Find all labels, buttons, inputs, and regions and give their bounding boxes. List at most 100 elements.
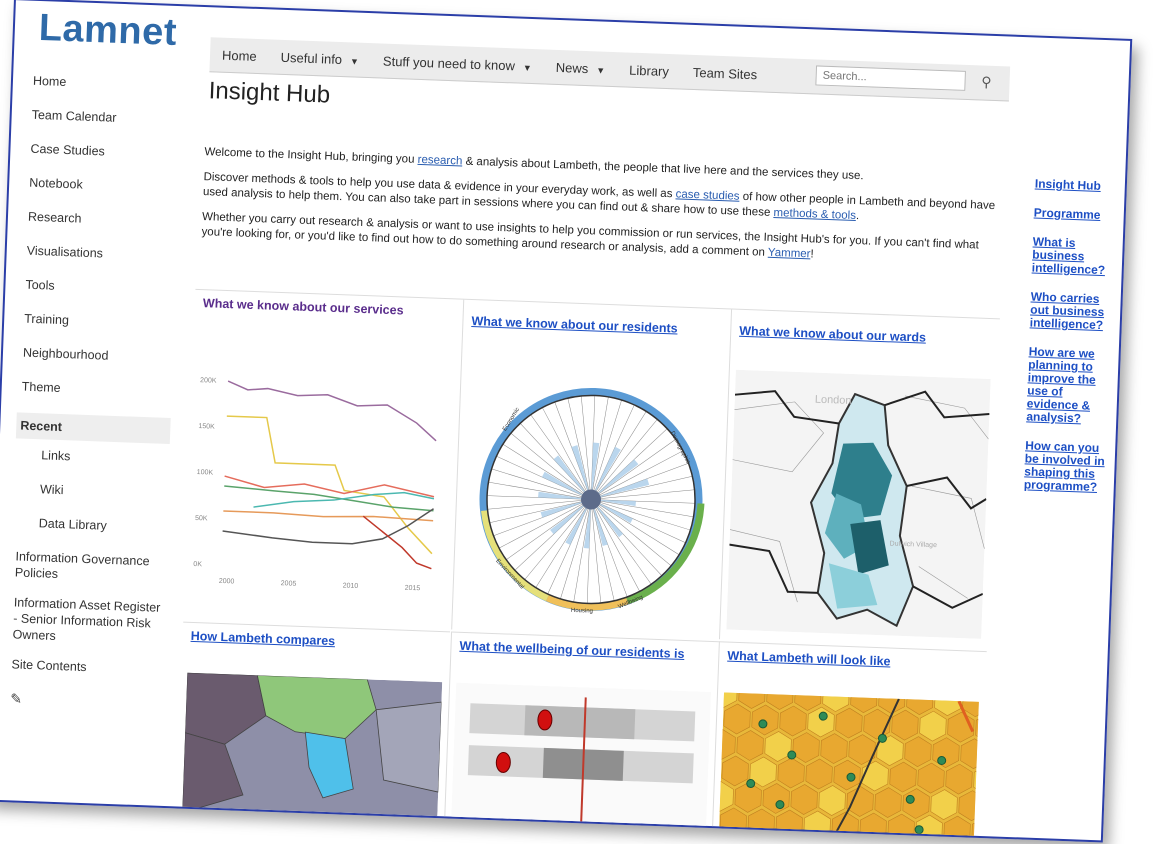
series-line: [224, 475, 435, 498]
intro-p3-text-end: !: [810, 248, 814, 261]
intranet-page: Lamnet Home Useful info ▼ Stuff you need …: [0, 0, 1133, 843]
sidebar-item-notebook[interactable]: Notebook: [28, 175, 179, 214]
chevron-down-icon: ▼: [349, 55, 360, 67]
value-marker: [537, 709, 553, 731]
nav-home[interactable]: Home: [210, 47, 269, 64]
intro-p1-text: Welcome to the Insight Hub, bringing you: [204, 146, 418, 166]
nav-useful-info-label: Useful info: [280, 49, 343, 67]
nav-library-label: Library: [628, 62, 670, 79]
sidebar-section-recent: Recent: [15, 412, 171, 445]
tile-residents-title[interactable]: What we know about our residents: [463, 300, 731, 344]
right-nav-improve-evidence[interactable]: How are we planning to improve the use o…: [1026, 344, 1117, 426]
radial-center: [581, 489, 602, 510]
sidebar-item-neighbourhood[interactable]: Neighbourhood: [22, 345, 173, 384]
map-point: [905, 794, 915, 804]
page-title: Insight Hub: [208, 77, 331, 109]
sidebar-item-theme[interactable]: Theme: [21, 379, 172, 418]
sidebar-item-wiki[interactable]: Wiki: [17, 480, 168, 519]
radial-spoke: [590, 499, 628, 598]
sidebar-item-site-contents[interactable]: Site Contents: [11, 656, 162, 695]
radial-spoke: [590, 499, 680, 555]
y-tick-label: 200K: [200, 377, 217, 385]
tile-future[interactable]: What Lambeth will look like: [711, 641, 987, 843]
tile-future-title[interactable]: What Lambeth will look like: [719, 642, 987, 678]
right-nav-how-involved[interactable]: How can you be involved in shaping this …: [1024, 438, 1114, 494]
x-tick-label: 2015: [405, 585, 421, 593]
search-icon[interactable]: ⚲: [981, 74, 992, 91]
sidebar-item-team-calendar[interactable]: Team Calendar: [31, 107, 182, 146]
nav-team-sites-label: Team Sites: [692, 64, 758, 82]
tile-services-title[interactable]: What we know about our services: [194, 290, 462, 326]
y-tick-label: 0K: [193, 561, 202, 568]
map-label: London: [815, 394, 852, 407]
nav-useful-info[interactable]: Useful info ▼: [268, 49, 371, 68]
tile-residents[interactable]: What we know about our residents Economi…: [451, 299, 732, 640]
services-line-chart: 200K 150K 100K 50K 0K 2000 2005 2010 201…: [193, 377, 437, 593]
series-line: [223, 510, 434, 522]
tile-wards-title[interactable]: What we know about our wards: [731, 310, 999, 354]
nav-team-sites[interactable]: Team Sites: [681, 64, 770, 82]
sidebar-item-visualisations[interactable]: Visualisations: [26, 243, 177, 282]
search-input[interactable]: [815, 65, 966, 91]
map-point: [775, 800, 785, 810]
map-point: [846, 772, 856, 782]
methods-tools-link[interactable]: methods & tools: [773, 207, 856, 222]
nav-library[interactable]: Library: [617, 62, 681, 79]
sidebar-item-training[interactable]: Training: [23, 311, 174, 350]
radial-spoke: [493, 499, 592, 536]
right-nav-what-is-bi[interactable]: What is business intelligence?: [1032, 234, 1121, 277]
wards-map: London Dulwich Village: [726, 369, 991, 639]
tile-wards[interactable]: What we know about our wards London Dulw…: [718, 309, 999, 650]
sidebar-item-data-library[interactable]: Data Library: [16, 514, 167, 553]
tile-services[interactable]: What we know about our services 200K 150…: [183, 290, 462, 630]
sidebar-item-links[interactable]: Links: [18, 447, 169, 486]
x-tick-label: 2000: [219, 578, 235, 586]
chevron-down-icon: ▼: [522, 62, 532, 73]
sidebar-item-tools[interactable]: Tools: [25, 277, 176, 316]
case-studies-link[interactable]: case studies: [675, 188, 739, 202]
tile-wellbeing[interactable]: What the wellbeing of our residents is: [443, 631, 719, 843]
x-tick-label: 2005: [281, 580, 297, 588]
residents-radial-chart: Economic Demographic Environmental Housi…: [479, 387, 705, 615]
research-link[interactable]: research: [417, 154, 462, 168]
map-point: [818, 711, 828, 721]
sidebar-item-information-governance[interactable]: Information Governance Policies: [15, 548, 166, 585]
borough-region: [375, 701, 442, 793]
nav-home-label: Home: [221, 47, 258, 64]
wellbeing-bar-chart: [450, 682, 712, 842]
right-nav-who-carries-out-bi[interactable]: Who carries out business intelligence?: [1030, 289, 1119, 332]
nav-stuff-label: Stuff you need to know: [382, 53, 516, 73]
intro-p2-text-end: .: [855, 210, 860, 223]
x-tick-label: 2010: [343, 582, 359, 590]
future-hex-map: [718, 692, 979, 843]
site-logo[interactable]: Lamnet: [38, 7, 178, 55]
nav-stuff-you-need-to-know[interactable]: Stuff you need to know ▼: [371, 53, 544, 74]
map-point: [758, 719, 768, 729]
sidebar-item-research[interactable]: Research: [27, 209, 178, 248]
yammer-link[interactable]: Yammer: [768, 247, 811, 261]
map-point: [746, 779, 756, 789]
sidebar-item-information-asset-register[interactable]: Information Asset Register - Senior Info…: [12, 594, 164, 647]
sidebar-item-case-studies[interactable]: Case Studies: [30, 141, 181, 180]
sidebar-item-home[interactable]: Home: [32, 73, 183, 112]
screenshot-frame: Lamnet Home Useful info ▼ Stuff you need …: [0, 0, 1157, 843]
intro-text: Welcome to the Insight Hub, bringing you…: [201, 145, 1004, 279]
tile-compares-title[interactable]: How Lambeth compares: [182, 623, 450, 659]
series-line: [227, 380, 437, 442]
tile-wellbeing-title[interactable]: What the wellbeing of our residents is: [451, 632, 719, 668]
map-point: [937, 756, 947, 766]
y-tick-label: 50K: [195, 515, 208, 522]
radial-label: Housing: [571, 608, 593, 615]
right-nav-programme[interactable]: Programme: [1034, 206, 1122, 223]
chevron-down-icon: ▼: [596, 64, 606, 76]
y-tick-label: 100K: [197, 469, 214, 477]
compares-map: [181, 672, 443, 833]
nav-news-label: News: [555, 59, 589, 76]
right-sidebar: Insight Hub Programme What is business i…: [1023, 177, 1123, 511]
tile-compares[interactable]: How Lambeth compares: [175, 621, 451, 833]
nav-news[interactable]: News ▼: [544, 59, 618, 77]
right-nav-insight-hub[interactable]: Insight Hub: [1035, 177, 1123, 194]
left-sidebar: Home Team Calendar Case Studies Notebook…: [10, 73, 183, 713]
intro-p1-text-end: & analysis about Lambeth, the people tha…: [462, 155, 864, 183]
map-point: [877, 733, 887, 743]
